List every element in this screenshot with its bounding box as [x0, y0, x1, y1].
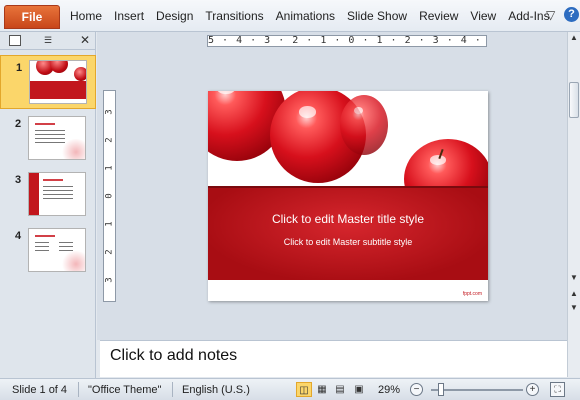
slide-preview	[28, 116, 86, 160]
slide-number: 4	[15, 230, 22, 242]
tab-add-ins[interactable]: Add-Ins	[508, 9, 549, 23]
slide-subtitle-placeholder[interactable]: Click to edit Master subtitle style	[208, 237, 488, 247]
notes-scrollbar[interactable]	[567, 340, 580, 377]
slide-preview	[28, 172, 86, 216]
zoom-slider-thumb[interactable]	[437, 383, 444, 396]
reading-view-icon[interactable]: ▤	[332, 382, 348, 397]
notes-placeholder[interactable]: Click to add notes	[110, 347, 237, 365]
tab-review[interactable]: Review	[419, 9, 458, 23]
language-indicator[interactable]: English (U.S.)	[182, 384, 250, 396]
next-slide-icon[interactable]: ▼	[568, 302, 580, 314]
slide-thumbnail-4[interactable]: 4	[0, 224, 96, 278]
ruler-tick: 1	[104, 165, 115, 171]
ruler-tick: 1	[104, 221, 115, 227]
zoom-slider-track[interactable]	[431, 389, 523, 391]
ribbon-tab-bar: File Home Insert Design Transitions Anim…	[0, 0, 580, 32]
notes-pane[interactable]: Click to add notes	[100, 340, 567, 377]
slide-title-placeholder[interactable]: Click to edit Master title style	[208, 212, 488, 226]
slide-canvas[interactable]: Click to edit Master title style Click t…	[208, 91, 488, 301]
scroll-down-icon[interactable]: ▼	[568, 272, 580, 284]
ruler-tick: 3	[104, 109, 115, 115]
ruler-tick: 0	[104, 193, 115, 199]
slide-show-icon[interactable]: ▣	[351, 382, 367, 397]
zoom-in-icon[interactable]: +	[526, 383, 539, 396]
tab-home[interactable]: Home	[70, 9, 102, 23]
slide-number: 3	[15, 174, 22, 186]
panel-tabs: ☰ ✕	[0, 32, 96, 50]
slides-view-icon[interactable]	[9, 35, 21, 46]
slide-thumbnail-3[interactable]: 3	[0, 168, 96, 222]
zoom-level[interactable]: 29%	[378, 384, 400, 396]
ruler-tick: 3	[104, 277, 115, 283]
apple-image	[340, 95, 388, 155]
scrollbar-thumb[interactable]	[569, 82, 579, 118]
slide-number: 1	[16, 62, 23, 74]
vertical-ruler: 3 2 1 0 1 2 3	[103, 90, 116, 302]
previous-slide-icon[interactable]: ▲	[568, 288, 580, 300]
slide-thumbnail-2[interactable]: 2	[0, 112, 96, 166]
slide-sorter-icon[interactable]: ▦	[314, 382, 330, 397]
slide-preview	[29, 60, 87, 104]
theme-name[interactable]: "Office Theme"	[88, 384, 161, 396]
slide-preview	[28, 228, 86, 272]
slides-panel: ☰ ✕ 1 2 3 4	[0, 32, 96, 378]
title-band	[208, 188, 488, 280]
outline-view-icon[interactable]: ☰	[40, 35, 56, 46]
tab-transitions[interactable]: Transitions	[205, 9, 263, 23]
ribbon-tabs: Home Insert Design Transitions Animation…	[64, 9, 556, 23]
horizontal-ruler: 5 · 4 · 3 · 2 · 1 · 0 · 1 · 2 · 3 · 4 · …	[207, 35, 487, 47]
tab-slide-show[interactable]: Slide Show	[347, 9, 407, 23]
scroll-up-icon[interactable]: ▲	[568, 32, 580, 44]
ruler-tick: 2	[104, 249, 115, 255]
tab-insert[interactable]: Insert	[114, 9, 144, 23]
normal-view-icon[interactable]: ◫	[296, 382, 312, 397]
zoom-out-icon[interactable]: −	[410, 383, 423, 396]
tab-design[interactable]: Design	[156, 9, 193, 23]
status-bar: Slide 1 of 4 "Office Theme" English (U.S…	[0, 378, 580, 400]
vertical-scrollbar[interactable]: ▲ ▼ ▲ ▼	[567, 32, 580, 340]
minimize-ribbon-icon[interactable]: ▽	[546, 8, 555, 22]
logo-text: fppt.com	[462, 291, 482, 297]
slide-thumbnail-1[interactable]: 1	[0, 55, 96, 109]
help-icon[interactable]: ?	[564, 7, 579, 22]
ruler-tick: 2	[104, 137, 115, 143]
slide-number: 2	[15, 118, 22, 130]
tab-view[interactable]: View	[470, 9, 496, 23]
tab-animations[interactable]: Animations	[276, 9, 335, 23]
fit-to-window-icon[interactable]: ⛶	[550, 382, 565, 397]
slide-counter: Slide 1 of 4	[12, 384, 68, 396]
file-tab[interactable]: File	[4, 5, 60, 29]
close-icon[interactable]: ✕	[79, 34, 91, 46]
